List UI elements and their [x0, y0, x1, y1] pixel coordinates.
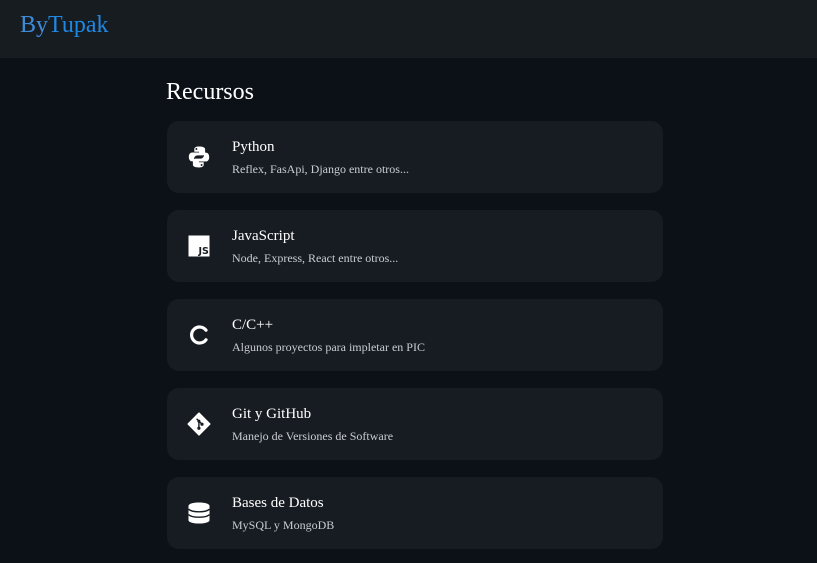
resource-card-c-cpp[interactable]: C/C++ Algunos proyectos para impletar en… [167, 299, 663, 371]
resource-description: Algunos proyectos para impletar en PIC [232, 340, 425, 354]
resource-title: Git y GitHub [232, 406, 312, 422]
resource-description: MySQL y MongoDB [232, 518, 335, 532]
svg-text:JS: JS [198, 246, 210, 257]
page-title: Recursos [166, 79, 254, 105]
database-icon [187, 501, 211, 525]
git-icon [187, 412, 211, 436]
resource-title: Python [232, 139, 275, 155]
resource-title: Bases de Datos [232, 495, 324, 511]
resource-title: JavaScript [232, 228, 295, 244]
resource-description: Reflex, FasApi, Django entre otros... [232, 162, 409, 176]
brand-logo-link[interactable]: ByTupak [20, 10, 108, 40]
resource-title: C/C++ [232, 317, 274, 333]
brand-name: Tupak [48, 12, 109, 38]
brand-prefix: By [20, 12, 49, 38]
resource-card-javascript[interactable]: JS JavaScript Node, Express, React entre… [167, 210, 663, 282]
resource-description: Manejo de Versiones de Software [232, 429, 394, 443]
resource-card-git[interactable]: Git y GitHub Manejo de Versiones de Soft… [167, 388, 663, 460]
python-icon [187, 145, 211, 169]
navbar: ByTupak [0, 0, 817, 58]
resource-card-databases[interactable]: Bases de Datos MySQL y MongoDB [167, 477, 663, 549]
javascript-icon: JS [187, 234, 211, 258]
resource-card-python[interactable]: Python Reflex, FasApi, Django entre otro… [167, 121, 663, 193]
c-language-icon [187, 323, 211, 347]
resource-description: Node, Express, React entre otros... [232, 251, 399, 265]
